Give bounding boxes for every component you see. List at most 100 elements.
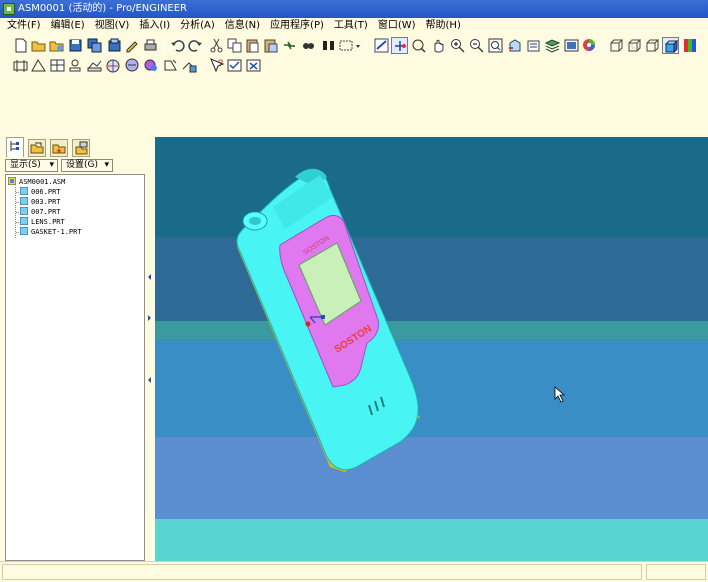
settings-dropdown-label: 设置(G) (66, 160, 98, 170)
selection-box-icon[interactable] (338, 37, 362, 54)
menu-tools[interactable]: 工具(T) (329, 18, 373, 34)
tree-item-gasket[interactable]: GASKET-1.PRT (20, 227, 82, 237)
menu-help[interactable]: 帮助(H) (421, 18, 466, 34)
layers-icon[interactable] (544, 37, 561, 54)
tree-controls: 显示(S) ▾ 设置(G) ▾ (5, 159, 145, 172)
tree-item-lens[interactable]: LENS.PRT (20, 217, 65, 227)
saved-views-icon[interactable] (525, 37, 542, 54)
color-icon[interactable] (162, 57, 179, 74)
tree-root-label: ASM0001.ASM (19, 178, 66, 186)
pan-icon[interactable] (430, 37, 447, 54)
spin-center-icon[interactable] (391, 37, 408, 54)
menu-insert[interactable]: 插入(I) (134, 18, 175, 34)
show-dropdown-label: 显示(S) (10, 160, 41, 170)
enhanced-realism-icon[interactable] (682, 37, 699, 54)
tree-item-007[interactable]: 007.PRT (20, 207, 61, 217)
panel-splitter[interactable] (146, 137, 155, 561)
part-icon (20, 217, 28, 225)
menu-applications[interactable]: 应用程序(P) (265, 18, 329, 34)
open-icon[interactable] (30, 37, 47, 54)
menu-view[interactable]: 视图(V) (90, 18, 135, 34)
backup-icon[interactable] (106, 37, 123, 54)
model-view[interactable]: SOSTON SOSTON (155, 137, 708, 561)
refit-icon[interactable] (487, 37, 504, 54)
repaint-icon[interactable] (373, 37, 390, 54)
model-tree-tab[interactable] (6, 137, 24, 157)
hidden-line-icon[interactable] (626, 37, 643, 54)
zoom-out-icon[interactable] (468, 37, 485, 54)
undo-icon[interactable] (169, 37, 186, 54)
show-dropdown[interactable]: 显示(S) ▾ (5, 159, 58, 172)
tree-item-003[interactable]: 003.PRT (20, 197, 61, 207)
collapse-arrow-icon[interactable] (148, 274, 151, 280)
menu-window[interactable]: 窗口(W) (373, 18, 421, 34)
context-help-icon[interactable]: ? (208, 57, 225, 74)
find-icon[interactable] (300, 37, 317, 54)
menu-analysis[interactable]: 分析(A) (175, 18, 220, 34)
print-icon[interactable] (142, 37, 159, 54)
expand-arrow-icon[interactable] (148, 315, 151, 321)
redo-icon[interactable] (187, 37, 204, 54)
part-icon (20, 197, 28, 205)
model-tree: ASM0001.ASM 006.PRT 003.PRT 007.PRT LENS… (5, 174, 145, 561)
tree-item-label: 006.PRT (31, 188, 61, 196)
appearance-icon[interactable] (581, 37, 598, 54)
settings-dropdown[interactable]: 设置(G) ▾ (61, 159, 113, 172)
datum-planes-icon[interactable] (12, 57, 29, 74)
orient-mode-icon[interactable] (411, 37, 428, 54)
menu-bar: 文件(F) 编辑(E) 视图(V) 插入(I) 分析(A) 信息(N) 应用程序(P) 工具(… (0, 18, 708, 34)
menu-info[interactable]: 信息(N) (220, 18, 265, 34)
tree-item-006[interactable]: 006.PRT (20, 187, 61, 197)
window-title: ASM0001 (活动的) - Pro/ENGINEER (18, 3, 188, 14)
svg-text:?: ? (218, 58, 223, 68)
chevron-down-icon: ▾ (104, 160, 109, 170)
assembly-icon (8, 177, 16, 185)
material-icon[interactable] (143, 57, 160, 74)
checkbox-icon[interactable] (226, 57, 243, 74)
menu-edit[interactable]: 编辑(E) (46, 18, 90, 34)
folder-browser-tab[interactable] (28, 139, 46, 157)
connections-tab[interactable] (72, 139, 90, 157)
cut-icon[interactable] (208, 37, 225, 54)
save-copy-icon[interactable] (86, 37, 103, 54)
save-icon[interactable] (67, 37, 84, 54)
datum-axes-icon[interactable] (30, 57, 47, 74)
navigator-tabs (4, 137, 146, 157)
filter-area[interactable] (646, 564, 706, 580)
paste-icon[interactable] (244, 37, 261, 54)
spin-display-icon[interactable] (86, 57, 103, 74)
measure-icon[interactable] (181, 57, 198, 74)
graphics-window[interactable]: SOSTON SOSTON (155, 137, 708, 561)
annotation-display-icon[interactable] (105, 57, 122, 74)
main-toolbar (0, 35, 708, 55)
title-bar[interactable]: ASM0001 (活动的) - Pro/ENGINEER (0, 0, 708, 18)
find-icon[interactable] (320, 37, 337, 54)
open-folder-icon[interactable] (48, 37, 65, 54)
tree-root[interactable]: ASM0001.ASM (8, 177, 65, 187)
secondary-toolbar: ? (0, 55, 708, 75)
shading-icon[interactable] (662, 37, 679, 54)
favorites-tab[interactable] (50, 139, 68, 157)
chevron-down-icon: ▾ (49, 160, 54, 170)
app-logo-icon (3, 3, 15, 15)
tree-item-label: GASKET-1.PRT (31, 228, 82, 236)
toolbar-empty-area (0, 76, 708, 136)
collapse-arrow-icon[interactable] (148, 377, 151, 383)
part-icon (20, 207, 28, 215)
view-manager-icon[interactable] (563, 37, 580, 54)
copy-icon[interactable] (226, 37, 243, 54)
no-hidden-icon[interactable] (644, 37, 661, 54)
point-display-icon[interactable] (49, 57, 66, 74)
zoom-in-icon[interactable] (449, 37, 466, 54)
regenerate-icon[interactable] (281, 37, 298, 54)
model-analysis-icon[interactable] (124, 57, 141, 74)
part-icon (20, 227, 28, 235)
new-icon[interactable] (12, 37, 29, 54)
rename-icon[interactable] (124, 37, 141, 54)
wireframe-icon[interactable] (608, 37, 625, 54)
close-window-icon[interactable] (245, 57, 262, 74)
reorient-icon[interactable] (506, 37, 523, 54)
paste-special-icon[interactable] (262, 37, 279, 54)
menu-file[interactable]: 文件(F) (0, 18, 46, 34)
csys-display-icon[interactable] (67, 57, 84, 74)
